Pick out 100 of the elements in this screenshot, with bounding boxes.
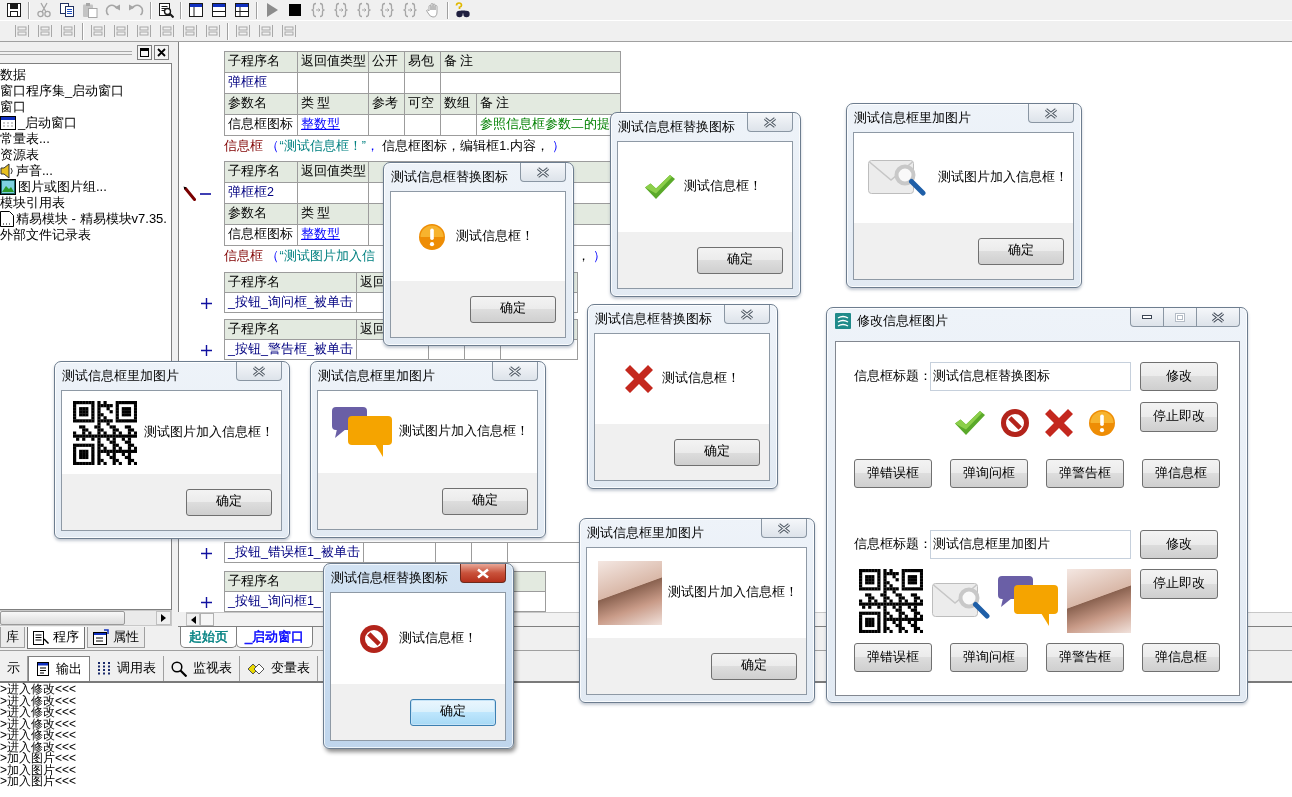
ok-button[interactable]: 确定	[978, 237, 1064, 265]
warning-dialog-button[interactable]: 弹警告框	[1046, 459, 1124, 488]
editor-tab[interactable]: 起始页	[180, 627, 237, 648]
window-layout-icon[interactable]	[188, 2, 204, 18]
tree-item[interactable]: 图片或图片组...	[18, 179, 107, 195]
output-line: >进入修改<<<	[0, 707, 77, 719]
window-layout-icon[interactable]	[211, 2, 227, 18]
close-icon	[1044, 107, 1058, 119]
question-dialog-button[interactable]: 弹询问框	[950, 643, 1028, 672]
output-line: >加入图片<<<	[0, 753, 77, 765]
ok-button[interactable]: 确定	[186, 488, 272, 516]
output-line: >进入修改<<<	[0, 695, 77, 707]
scroll-left-button[interactable]	[186, 613, 200, 626]
parameter-name: 信息框图标	[225, 115, 298, 136]
output-line: >进入修改<<<	[0, 730, 77, 742]
modify-button[interactable]: 修改	[1140, 362, 1218, 391]
dialog-message: 测试信息框！	[456, 228, 534, 245]
minimize-button[interactable]	[1130, 308, 1164, 327]
tree-item[interactable]: 数据	[0, 67, 26, 83]
panel-tab[interactable]: 变量表	[240, 656, 318, 681]
ok-button[interactable]: 确定	[470, 295, 556, 323]
editor-tab[interactable]: _启动窗口	[236, 627, 314, 648]
tree-item[interactable]: 窗口	[0, 99, 26, 115]
ok-button[interactable]: 确定	[674, 438, 760, 466]
scroll-right-button[interactable]	[156, 611, 171, 625]
close-button[interactable]	[460, 564, 506, 583]
panel-tab[interactable]: 属性	[87, 627, 145, 648]
tree-item[interactable]: 资源表	[0, 147, 39, 163]
panel-tab[interactable]: 库	[0, 627, 25, 648]
horizontal-scrollbar[interactable]	[0, 610, 172, 626]
error-dialog-button[interactable]: 弹错误框	[854, 643, 932, 672]
chat-bubbles-icon	[998, 576, 1059, 626]
collapse-icon[interactable]	[200, 192, 211, 195]
ok-button[interactable]: 确定	[711, 652, 797, 680]
expand-icon[interactable]	[201, 547, 212, 559]
dialog-message: 测试信息框！	[684, 179, 762, 195]
column-header: 数组	[441, 94, 477, 115]
info-dialog-button[interactable]: 弹信息框	[1142, 459, 1220, 488]
question-dialog-button[interactable]: 弹询问框	[950, 459, 1028, 488]
output-line: >进入修改<<<	[0, 684, 77, 696]
info-dialog-button[interactable]: 弹信息框	[1142, 643, 1220, 672]
speaker-icon	[0, 163, 14, 179]
expand-icon[interactable]	[201, 297, 212, 309]
arrow-left-icon	[190, 615, 196, 624]
dialog-title: 测试信息框替换图标	[391, 170, 508, 185]
code-line: 信息框 （“测试信息框！”， 信息框图标，编辑框1.内容， ）	[224, 139, 566, 155]
close-icon	[740, 308, 754, 320]
close-icon	[252, 365, 266, 377]
copy-icon[interactable]	[59, 2, 75, 18]
column-header: 子程序名	[225, 52, 298, 73]
window-title: 修改信息框图片	[857, 314, 948, 329]
expand-icon[interactable]	[201, 344, 212, 356]
title-input[interactable]: 测试信息框里加图片	[930, 530, 1131, 559]
close-button[interactable]	[1196, 308, 1240, 327]
binoculars-icon[interactable]	[455, 2, 471, 18]
tree-item[interactable]: 精易模块 - 精易模块v7.35.	[16, 211, 167, 227]
warning-icon	[1089, 410, 1115, 436]
panel-close-button[interactable]	[154, 45, 169, 60]
panel-restore-button[interactable]	[137, 45, 152, 60]
error-dialog-button[interactable]: 弹错误框	[854, 459, 932, 488]
modify-button[interactable]: 修改	[1140, 530, 1218, 559]
check-icon	[955, 411, 985, 435]
scrollbar-thumb[interactable]	[0, 611, 125, 625]
title-input[interactable]: 测试信息框替换图标	[930, 362, 1131, 391]
document-search-icon[interactable]	[158, 2, 174, 18]
stop-editing-button[interactable]: 停止即改	[1140, 402, 1218, 432]
expand-icon[interactable]	[201, 596, 212, 608]
table-cell	[298, 73, 369, 94]
tree-item[interactable]: 声音...	[16, 163, 53, 179]
ok-button[interactable]: 确定	[442, 487, 528, 515]
cross-icon	[1045, 409, 1073, 437]
ok-button[interactable]: 确定	[410, 698, 496, 726]
scrollbar-thumb[interactable]	[200, 613, 214, 626]
column-header: 可空	[405, 94, 441, 115]
tree-item[interactable]: 窗口程序集_启动窗口	[0, 83, 125, 99]
tree-item[interactable]: _启动窗口	[18, 115, 78, 131]
panel-tab[interactable]: 监视表	[164, 656, 240, 681]
save-icon[interactable]	[6, 2, 22, 18]
ok-button[interactable]: 确定	[697, 246, 783, 274]
close-icon	[763, 116, 777, 128]
stop-icon[interactable]	[287, 2, 303, 18]
field-label: 信息框标题：	[854, 368, 930, 385]
panel-tab[interactable]: 调用表	[90, 656, 164, 681]
panel-tab[interactable]: 输出	[28, 656, 90, 681]
dialog-title: 测试信息框替换图标	[331, 571, 448, 586]
close-icon	[536, 166, 550, 178]
tree-item[interactable]: 模块引用表	[0, 195, 65, 211]
dialog-title: 测试信息框里加图片	[854, 111, 971, 126]
stop-editing-button[interactable]: 停止即改	[1140, 569, 1218, 599]
warning-icon	[419, 223, 445, 250]
document-pencil-icon	[33, 629, 49, 646]
subroutine-name: _按钮_询问框1_	[225, 592, 325, 612]
tree-item[interactable]: 常量表...	[0, 131, 50, 147]
column-header: 子程序名	[225, 572, 325, 592]
column-header: 参考	[369, 94, 405, 115]
parameter-type: 整数型	[298, 225, 369, 246]
window-layout-icon[interactable]	[234, 2, 250, 18]
warning-dialog-button[interactable]: 弹警告框	[1046, 643, 1124, 672]
panel-tab[interactable]: 程序	[27, 627, 85, 649]
tree-item[interactable]: 外部文件记录表	[0, 227, 91, 243]
